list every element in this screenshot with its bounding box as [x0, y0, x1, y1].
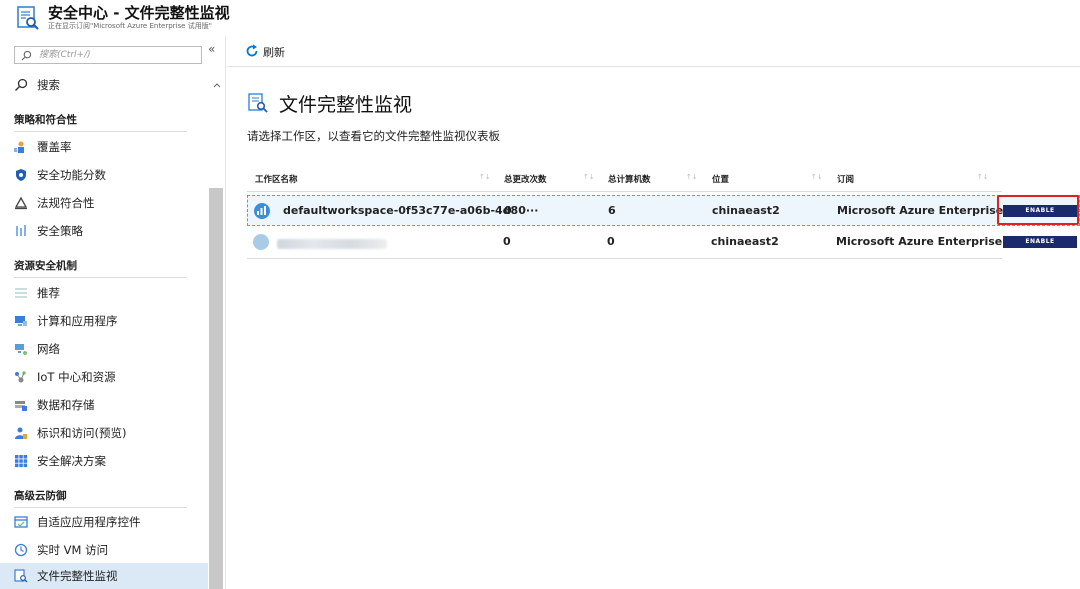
- total-machines: 0: [607, 235, 615, 248]
- blade-title: 安全中心 - 文件完整性监视: [48, 4, 230, 22]
- collapse-sidebar-button[interactable]: «: [208, 42, 215, 56]
- workspace-name[interactable]: defaultworkspace-0f53c77e-a06b-4d80···: [283, 204, 538, 217]
- sidebar-item-coverage[interactable]: 覆盖率: [0, 134, 208, 160]
- sidebar-item-search[interactable]: 搜索: [0, 72, 208, 98]
- sidebar-item-secure-score[interactable]: 安全功能分数: [0, 162, 208, 188]
- enable-button[interactable]: ENABLE: [1003, 236, 1077, 248]
- security-center-file-icon: [17, 6, 39, 30]
- sidebar-item-label: 法规符合性: [37, 196, 95, 210]
- list-icon: [15, 288, 27, 298]
- identity-icon: [15, 427, 27, 439]
- sidebar-item-label: 搜索: [37, 78, 60, 92]
- refresh-label: 刷新: [263, 46, 285, 59]
- column-header-subscription[interactable]: 订阅: [837, 173, 854, 185]
- location: chinaeast2: [711, 235, 779, 248]
- sort-icon[interactable]: ↑↓: [811, 173, 823, 181]
- compliance-icon: [14, 196, 28, 210]
- sidebar-item-file-integrity-monitoring[interactable]: 文件完整性监视: [0, 563, 208, 589]
- sort-icon[interactable]: ↑↓: [977, 173, 989, 181]
- section-divider: [14, 131, 187, 132]
- sidebar-item-label: 网络: [37, 342, 60, 356]
- sidebar-item-identity-access[interactable]: 标识和访问(预览): [0, 420, 208, 446]
- sidebar-item-label: 自适应应用程序控件: [37, 515, 141, 529]
- header-divider: [247, 191, 1002, 192]
- storage-icon: [15, 401, 27, 411]
- page-title: 文件完整性监视: [279, 94, 413, 116]
- sort-icon[interactable]: ↑↓: [479, 173, 491, 181]
- total-machines: 6: [608, 204, 616, 217]
- sidebar-item-label: 文件完整性监视: [37, 569, 118, 583]
- sidebar-item-label: 覆盖率: [37, 140, 72, 154]
- sidebar-item-label: 数据和存储: [37, 398, 95, 412]
- grid-icon: [15, 455, 28, 468]
- section-divider: [14, 277, 187, 278]
- table-row[interactable]: defaultworkspace-0f53c77e-a06b-4d80··· 0…: [247, 195, 1080, 226]
- sidebar-item-label: 计算和应用程序: [37, 314, 118, 328]
- sidebar-item-jit-vm-access[interactable]: 实时 VM 访问: [0, 537, 208, 563]
- sidebar-item-compute-apps[interactable]: 计算和应用程序: [0, 308, 208, 334]
- section-divider: [14, 507, 187, 508]
- sort-icon[interactable]: ↑↓: [686, 173, 698, 181]
- sidebar-item-regulatory-compliance[interactable]: 法规符合性: [0, 190, 208, 216]
- section-title-resource-security: 资源安全机制: [14, 260, 77, 272]
- sidebar-item-label: 推荐: [37, 286, 60, 300]
- sidebar: « 搜索 策略和符合性 覆盖率 安全功能分数 法规符合性: [0, 36, 226, 589]
- total-changes: 0: [503, 235, 511, 248]
- table-row[interactable]: 0 0 chinaeast2 Microsoft Azure Enterpris…: [247, 227, 1080, 258]
- refresh-icon: [246, 44, 258, 57]
- coverage-icon: [14, 141, 24, 153]
- sidebar-search-box[interactable]: [14, 46, 202, 64]
- sidebar-item-label: 安全策略: [37, 224, 83, 238]
- app-controls-icon: [14, 516, 28, 528]
- total-changes: 0: [504, 204, 512, 217]
- file-integrity-icon: [248, 93, 268, 113]
- sidebar-item-iot-hub[interactable]: IoT 中心和资源: [0, 364, 208, 390]
- page-description: 请选择工作区，以查看它的文件完整性监视仪表板: [247, 129, 500, 143]
- location: chinaeast2: [712, 204, 780, 217]
- sidebar-item-security-policy[interactable]: 安全策略: [0, 218, 208, 244]
- sidebar-scrollbar-thumb[interactable]: [209, 188, 223, 589]
- workspace-name-redacted[interactable]: [277, 239, 387, 249]
- iot-icon: [15, 371, 26, 383]
- section-title-policy: 策略和符合性: [14, 114, 77, 126]
- column-header-total-changes[interactable]: 总更改次数: [504, 173, 547, 185]
- sidebar-item-label: 标识和访问(预览): [37, 426, 127, 440]
- column-header-workspace[interactable]: 工作区名称: [255, 173, 298, 185]
- sort-icon[interactable]: ↑↓: [583, 173, 595, 181]
- subscription: Microsoft Azure Enterprise ...: [836, 235, 1019, 248]
- blade-header: 安全中心 - 文件完整性监视 正在显示订阅"Microsoft Azure En…: [0, 0, 1080, 36]
- clock-icon: [14, 543, 28, 557]
- search-icon: [15, 78, 28, 91]
- sidebar-item-data-storage[interactable]: 数据和存储: [0, 392, 208, 418]
- sidebar-item-recommendations[interactable]: 推荐: [0, 280, 208, 306]
- search-icon: [21, 50, 32, 61]
- sidebar-item-label: 安全功能分数: [37, 168, 106, 182]
- sidebar-search-input[interactable]: [39, 48, 199, 62]
- file-search-icon: [14, 569, 28, 583]
- main-content: 刷新 文件完整性监视 请选择工作区，以查看它的文件完整性监视仪表板 工作区名称 …: [227, 36, 1080, 589]
- column-header-location[interactable]: 位置: [712, 173, 729, 185]
- compute-icon: [15, 316, 27, 326]
- sidebar-item-label: 安全解决方案: [37, 454, 106, 468]
- sidebar-item-label: 实时 VM 访问: [37, 543, 109, 557]
- sidebar-item-security-solutions[interactable]: 安全解决方案: [0, 448, 208, 474]
- sidebar-item-label: IoT 中心和资源: [37, 370, 116, 384]
- sidebar-item-networking[interactable]: 网络: [0, 336, 208, 362]
- policy-bars-icon: [16, 225, 26, 236]
- column-header-total-machines[interactable]: 总计算机数: [608, 173, 651, 185]
- sidebar-item-adaptive-app-controls[interactable]: 自适应应用程序控件: [0, 509, 208, 535]
- section-title-advanced-defense: 高级云防御: [14, 490, 67, 502]
- highlight-annotation: [997, 195, 1079, 225]
- log-analytics-workspace-icon: [254, 203, 270, 219]
- shield-icon: [16, 169, 26, 181]
- scroll-up-icon[interactable]: [213, 82, 221, 88]
- subscription: Microsoft Azure Enterprise ...: [837, 204, 1020, 217]
- toolbar: 刷新: [227, 36, 1080, 67]
- network-icon: [15, 344, 27, 355]
- log-analytics-workspace-icon: [253, 234, 269, 250]
- row-divider: [247, 258, 1002, 259]
- blade-subtitle: 正在显示订阅"Microsoft Azure Enterprise 试用版": [48, 22, 212, 30]
